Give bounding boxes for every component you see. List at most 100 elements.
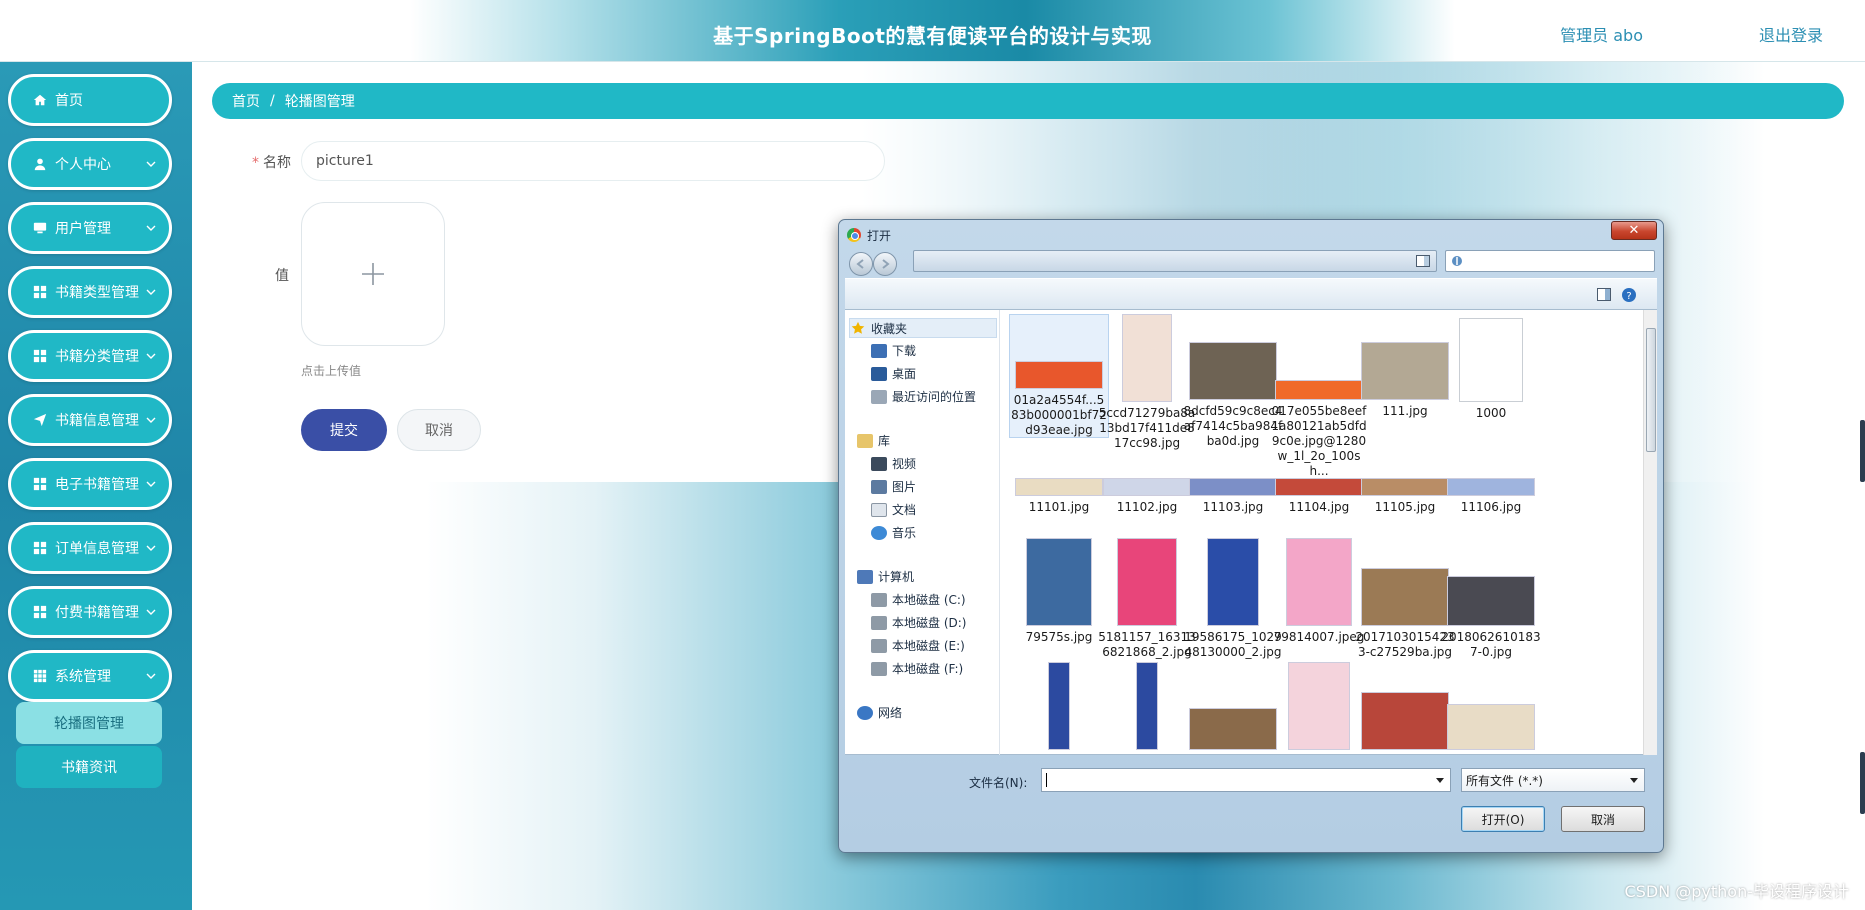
nav-documents[interactable]: 文档 — [871, 501, 916, 518]
sidebar-item-ebooks[interactable]: 电子书籍管理 — [8, 458, 172, 510]
image-thumbnail — [1122, 314, 1172, 402]
file-item[interactable]: 11101.jpg — [1009, 478, 1109, 515]
image-uploader[interactable] — [301, 202, 445, 346]
nav-disk-d[interactable]: 本地磁盘 (D:) — [871, 614, 966, 631]
nav-videos[interactable]: 视频 — [871, 455, 916, 472]
nav-label: 桌面 — [892, 367, 917, 381]
sidebar-item-book-categories[interactable]: 书籍分类管理 — [8, 330, 172, 382]
back-button[interactable] — [849, 252, 873, 276]
filename-label: 文件名(N): — [969, 776, 1028, 790]
sidebar-item-users[interactable]: 用户管理 — [8, 202, 172, 254]
image-thumbnail — [1136, 662, 1158, 750]
nav-favorites[interactable]: 收藏夹 — [849, 318, 997, 338]
nav-label: 本地磁盘 (F:) — [892, 662, 964, 676]
nav-desktop[interactable]: 桌面 — [871, 365, 916, 382]
nav-music[interactable]: 音乐 — [871, 524, 916, 541]
cancel-button[interactable]: 取消 — [397, 409, 481, 451]
image-thumbnail — [1015, 361, 1103, 389]
sidebar-item-home[interactable]: 首页 — [8, 74, 172, 126]
sidebar-item-label: 付费书籍管理 — [55, 605, 139, 621]
file-item[interactable] — [1441, 662, 1541, 754]
chevron-down-icon — [146, 673, 156, 679]
file-name: 20171030154233-c27529ba.jpg — [1355, 630, 1455, 659]
vertical-scrollbar[interactable] — [1643, 310, 1657, 755]
nav-computer[interactable]: 计算机 — [857, 568, 914, 585]
refresh-icon[interactable] — [1450, 254, 1464, 268]
sidebar-item-orders[interactable]: 订单信息管理 — [8, 522, 172, 574]
open-button[interactable]: 打开(O) — [1461, 806, 1545, 832]
sidebar-item-system[interactable]: 系统管理 — [8, 650, 172, 702]
image-thumbnail — [1103, 478, 1191, 496]
image-thumbnail — [1447, 478, 1535, 496]
file-item[interactable]: 20171030154233-c27529ba.jpg — [1355, 538, 1455, 660]
forward-button[interactable] — [873, 252, 897, 276]
breadcrumb-home[interactable]: 首页 — [232, 91, 260, 111]
nav-downloads[interactable]: 下载 — [871, 342, 916, 359]
file-item[interactable]: 1000 — [1441, 314, 1541, 421]
file-item[interactable] — [1183, 662, 1283, 754]
right-edge-marker — [1860, 752, 1865, 814]
search-box[interactable] — [1445, 250, 1655, 272]
submenu-book-news[interactable]: 书籍资讯 — [16, 746, 162, 788]
nav-libraries[interactable]: 库 — [857, 432, 890, 449]
file-item[interactable]: 111.jpg — [1355, 314, 1455, 419]
logout-link[interactable]: 退出登录 — [1759, 22, 1823, 46]
nav-network[interactable]: 网络 — [857, 704, 902, 721]
sidebar-item-book-info[interactable]: 书籍信息管理 — [8, 394, 172, 446]
file-item[interactable] — [1355, 662, 1455, 754]
file-item[interactable]: 79814007.jpeg — [1269, 538, 1369, 645]
arrow-right-icon — [882, 259, 890, 269]
help-icon[interactable]: ? — [1621, 287, 1637, 303]
file-item[interactable]: 01a2a4554f...583b000001bf72d93eae.jpg — [1009, 314, 1109, 438]
file-item[interactable]: 20180626101837-0.jpg — [1441, 538, 1541, 660]
file-item[interactable]: 8dcfd59c9c8ec4af7414c5ba984fba0d.jpg — [1183, 314, 1283, 449]
file-item[interactable]: 11103.jpg — [1183, 478, 1283, 515]
filename-input[interactable] — [1041, 768, 1451, 792]
nav-disk-e[interactable]: 本地磁盘 (E:) — [871, 637, 965, 654]
nav-disk-c[interactable]: 本地磁盘 (C:) — [871, 591, 966, 608]
file-item[interactable]: 11105.jpg — [1355, 478, 1455, 515]
file-name: 5ccd71279ba8a13bd17f411de817cc98.jpg — [1098, 406, 1196, 450]
file-item[interactable] — [1097, 662, 1197, 754]
sidebar: 首页 个人中心 用户管理 书籍类型管理 书籍分类管理 书籍信息管理 电子书籍管理… — [0, 62, 192, 910]
address-bar[interactable] — [913, 250, 1437, 272]
file-item[interactable] — [1009, 662, 1109, 754]
sidebar-item-paid-books[interactable]: 付费书籍管理 — [8, 586, 172, 638]
sidebar-item-label: 电子书籍管理 — [55, 477, 139, 493]
dialog-titlebar[interactable]: 打开 ✕ — [839, 220, 1663, 248]
chevron-down-icon[interactable] — [1436, 778, 1444, 783]
disk-icon — [871, 638, 887, 653]
sidebar-item-book-types[interactable]: 书籍类型管理 — [8, 266, 172, 318]
dialog-cancel-button[interactable]: 取消 — [1561, 806, 1645, 832]
nav-disk-f[interactable]: 本地磁盘 (F:) — [871, 660, 963, 677]
image-thumbnail — [1275, 478, 1363, 496]
file-item[interactable]: 5ccd71279ba8a13bd17f411de817cc98.jpg — [1097, 314, 1197, 451]
submenu-carousel[interactable]: 轮播图管理 — [16, 702, 162, 744]
file-item[interactable]: 11102.jpg — [1097, 478, 1197, 515]
right-edge-marker — [1860, 420, 1865, 482]
file-item[interactable]: 5181157_163136821868_2.jpg — [1097, 538, 1197, 660]
sidebar-item-profile[interactable]: 个人中心 — [8, 138, 172, 190]
preview-pane-icon[interactable] — [1597, 288, 1611, 301]
submit-button[interactable]: 提交 — [301, 409, 387, 451]
file-open-dialog: 打开 ✕ ? 收藏夹 下载 桌面 最近访问的位置 库 视频 图片 文档 音乐 计… — [838, 219, 1664, 853]
computer-icon — [857, 569, 873, 584]
current-user: 管理员 abo — [1560, 26, 1643, 45]
disk-icon — [871, 615, 887, 630]
file-name: 11102.jpg — [1116, 500, 1178, 514]
nav-label: 收藏夹 — [871, 321, 908, 336]
breadcrumb: 首页 / 轮播图管理 — [212, 83, 1844, 119]
file-item[interactable]: 19586175_102948130000_2.jpg — [1183, 538, 1283, 660]
dialog-close-button[interactable]: ✕ — [1611, 221, 1657, 240]
nav-recent[interactable]: 最近访问的位置 — [871, 388, 976, 405]
chevron-down-icon — [146, 609, 156, 615]
file-item[interactable] — [1269, 662, 1369, 754]
file-item[interactable]: 11106.jpg — [1441, 478, 1541, 515]
file-item[interactable]: 79575s.jpg — [1009, 538, 1109, 645]
file-item[interactable]: 017e055be8eef1a80121ab5dfd9c0e.jpg@1280w… — [1269, 314, 1369, 479]
filetype-select[interactable]: 所有文件 (*.*) — [1461, 768, 1645, 792]
scrollbar-thumb[interactable] — [1646, 328, 1656, 452]
file-item[interactable]: 11104.jpg — [1269, 478, 1369, 515]
name-input[interactable]: picture1 — [301, 141, 885, 181]
nav-pictures[interactable]: 图片 — [871, 478, 916, 495]
